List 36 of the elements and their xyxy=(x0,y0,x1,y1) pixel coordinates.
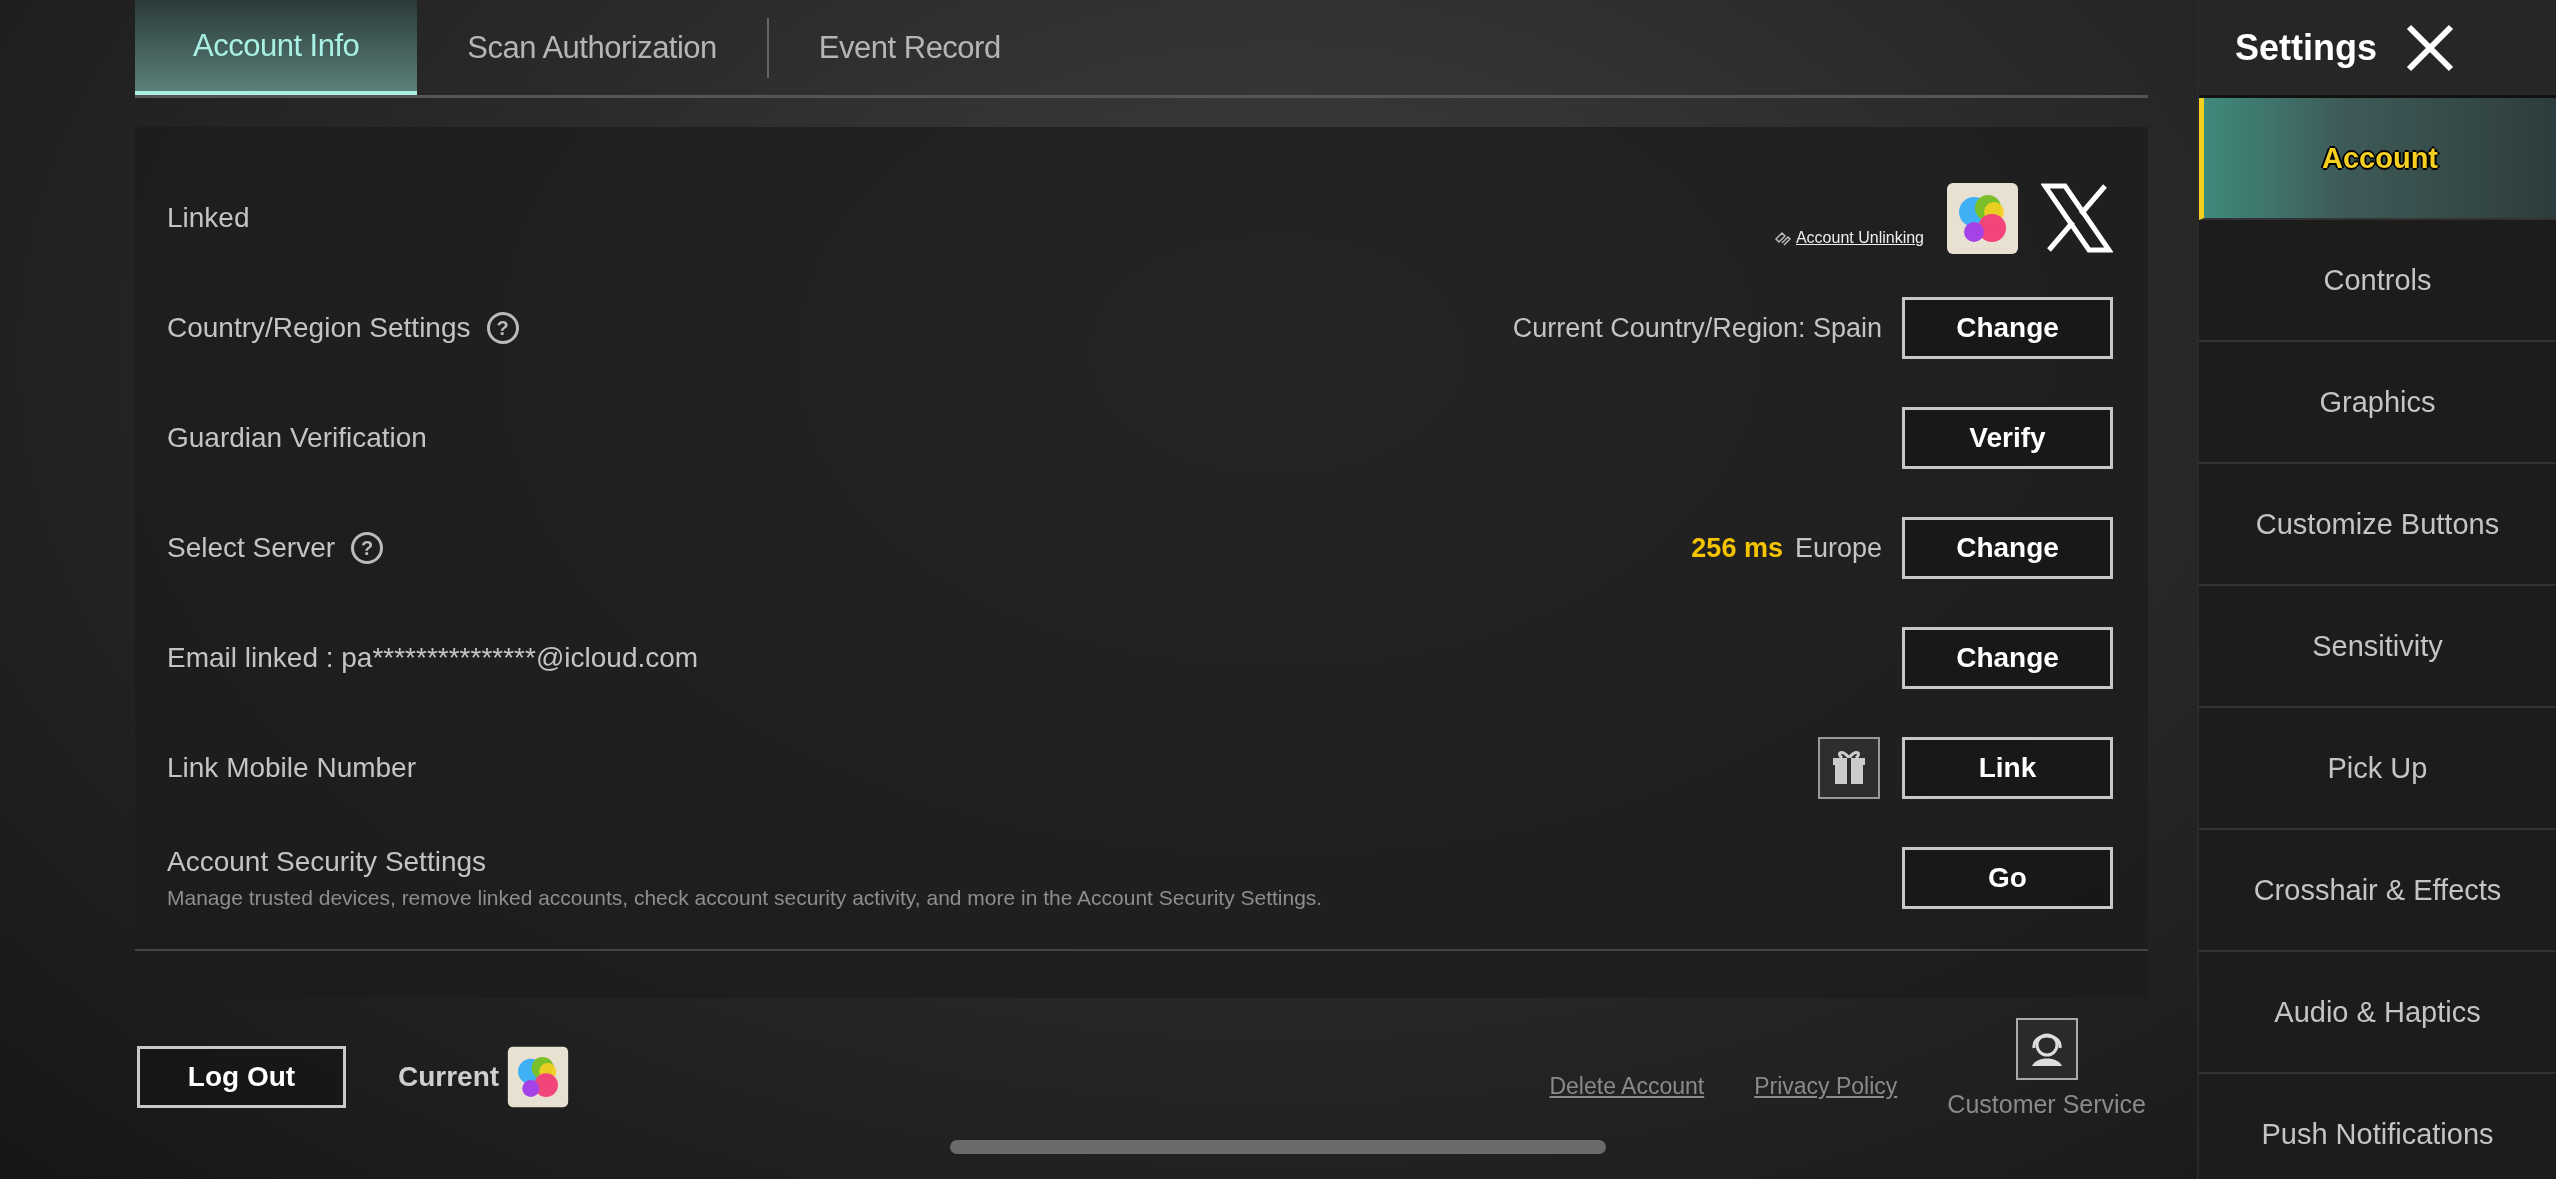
close-icon[interactable] xyxy=(2405,22,2455,73)
setting-label: Link Mobile Number xyxy=(167,752,416,784)
cross-logo-icon[interactable] xyxy=(2041,182,2113,254)
setting-label: Linked xyxy=(167,202,250,234)
customer-service-icon[interactable] xyxy=(2015,1017,2078,1080)
ping-text: 256 ms xyxy=(1691,532,1783,564)
account-unlinking-link[interactable]: Account Unlinking xyxy=(1795,228,1924,247)
server-region-text: Europe xyxy=(1794,532,1882,564)
tab[interactable]: Account Info xyxy=(135,0,418,95)
gift-icon[interactable] xyxy=(1818,737,1880,799)
current-account-label: Current xyxy=(398,1061,500,1093)
sidebar-item[interactable]: Account xyxy=(2199,98,2556,220)
customer-service-link[interactable]: Customer Service xyxy=(1947,1089,2146,1119)
help-button[interactable]: ? xyxy=(486,312,519,344)
setting-description: Manage trusted devices, remove linked accounts, check account security activity, and more in the Account Security Settings. xyxy=(167,886,1323,910)
action-button[interactable]: Change xyxy=(1902,297,2113,359)
setting-label: Email linked : pa***************@icloud.com xyxy=(167,642,699,674)
help-button[interactable]: ? xyxy=(351,532,384,564)
current-region-text: Current Country/Region: Spain xyxy=(1512,312,1882,344)
tab[interactable]: Scan Authorization xyxy=(417,0,767,95)
setting-label: Country/Region Settings xyxy=(167,312,471,344)
log-out-button[interactable]: Log Out xyxy=(137,1046,346,1108)
action-button[interactable]: Change xyxy=(1902,517,2113,579)
footer-link[interactable]: Delete Account xyxy=(1549,1072,1705,1100)
bubbles-app-icon[interactable] xyxy=(1946,181,2019,255)
action-button[interactable]: Go xyxy=(1902,847,2113,909)
action-button[interactable]: Link xyxy=(1902,737,2113,799)
action-button[interactable]: Verify xyxy=(1902,407,2113,469)
setting-label: Guardian Verification xyxy=(167,422,427,454)
settings-title: Settings xyxy=(2235,26,2377,69)
footer-link[interactable]: Privacy Policy xyxy=(1754,1072,1898,1100)
setting-label: Account Security Settings xyxy=(167,846,487,878)
bubbles-app-icon xyxy=(507,1046,570,1108)
tab[interactable]: Event Record xyxy=(768,0,1051,95)
action-button[interactable]: Change xyxy=(1902,627,2113,689)
setting-label: Select Server xyxy=(167,532,336,564)
